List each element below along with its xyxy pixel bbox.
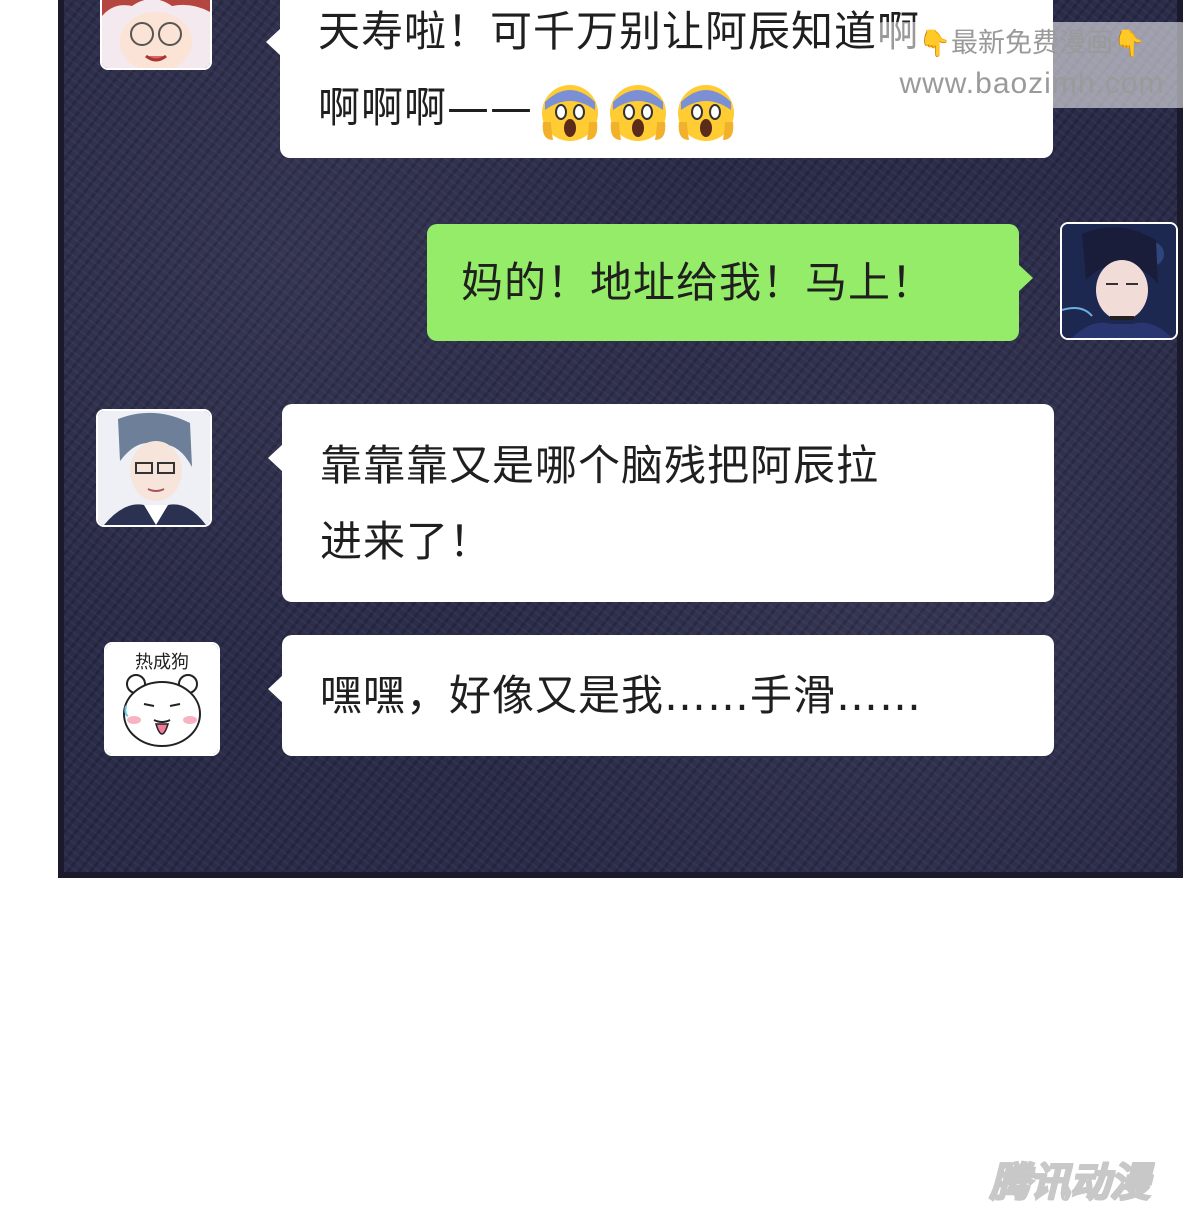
message-text: 靠靠靠又是哪个脑残把阿辰拉 [320, 441, 880, 490]
screaming-face-icon [678, 85, 735, 141]
screaming-face-icon [610, 85, 667, 141]
message-text: 嘿嘿，好像又是我……手滑…… [320, 671, 923, 720]
publisher-logo: 腾讯动漫 [989, 1159, 1151, 1207]
emoji-row [533, 73, 737, 149]
dark-haired-guy-avatar [1062, 224, 1176, 338]
pointing-down-hand-icon: 👇 [1113, 29, 1146, 59]
watermark: 👇最新免费漫画👇 www.baozimh.com [877, 22, 1187, 108]
comic-page: 天寿啦！可千万别让阿辰知道啊 啊啊啊—— 妈的！地址给我！马上！ 靠靠靠又是哪个… [0, 0, 1200, 1221]
message-bubble-own[interactable]: 妈的！地址给我！马上！ [427, 224, 1033, 341]
chat-panel: 天寿啦！可千万别让阿辰知道啊 啊啊啊—— 妈的！地址给我！马上！ 靠靠靠又是哪个… [58, 0, 1187, 878]
message-text: 啊啊啊—— [318, 83, 534, 132]
watermark-text: 最新免费漫画 [951, 28, 1113, 59]
sticker-text: 热成狗 [135, 652, 189, 673]
avatar[interactable]: 热成狗 [104, 642, 220, 756]
pointing-down-hand-icon: 👇 [918, 29, 951, 59]
sticker-dog-avatar: 热成狗 [106, 644, 218, 754]
message-bubble[interactable]: 靠靠靠又是哪个脑残把阿辰拉 进来了！ [268, 404, 1054, 602]
grey-haired-glasses-guy-avatar [98, 411, 210, 525]
watermark-line1: 👇最新免费漫画👇 [877, 22, 1187, 66]
message-bubble[interactable]: 嘿嘿，好像又是我……手滑…… [268, 635, 1054, 756]
screaming-face-icon [542, 85, 599, 141]
message-text: 进来了！ [320, 517, 493, 566]
avatar[interactable] [96, 409, 212, 527]
message-text: 妈的！地址给我！马上！ [461, 258, 935, 307]
avatar[interactable] [1060, 222, 1178, 340]
red-haired-glasses-guy-avatar [102, 0, 210, 68]
avatar[interactable] [100, 0, 212, 70]
watermark-url: www.baozimh.com [899, 67, 1165, 100]
